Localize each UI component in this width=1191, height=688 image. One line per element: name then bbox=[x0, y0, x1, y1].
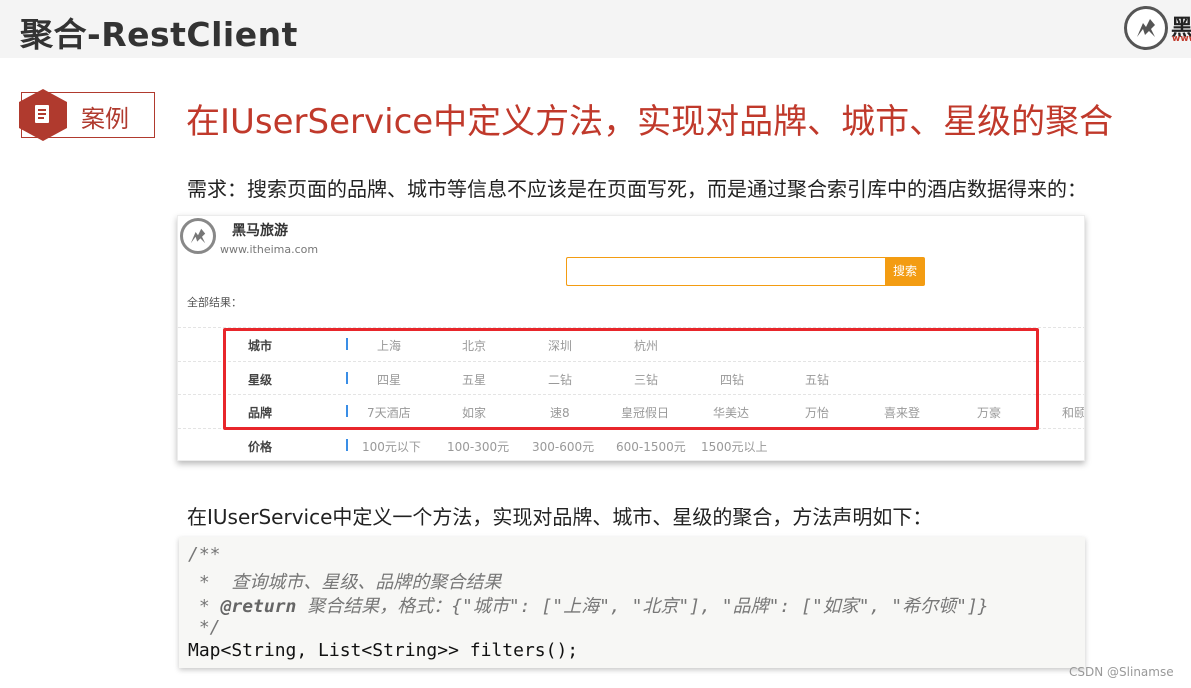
page-header: 聚合-RestClient 黑马 www. bbox=[0, 0, 1191, 58]
search-input[interactable] bbox=[566, 257, 886, 286]
highlight-box bbox=[223, 328, 1039, 430]
filter-option[interactable]: 600-1500元 bbox=[616, 438, 686, 455]
site-url: www.itheima.com bbox=[220, 243, 319, 256]
filter-option[interactable]: 300-600元 bbox=[532, 438, 594, 455]
code-tag: @return bbox=[220, 596, 297, 617]
hotel-search-screenshot: 黑马旅游 www.itheima.com 搜索 全部结果： 城市 上海 北京 深… bbox=[177, 215, 1085, 461]
code-fragment: 聚合结果，格式：{"城市": ["上海", "北京"], "品牌": ["如家"… bbox=[296, 596, 989, 617]
all-results-label: 全部结果： bbox=[187, 296, 242, 309]
code-line: * @return 聚合结果，格式：{"城市": ["上海", "北京"], "… bbox=[188, 592, 989, 618]
code-line: Map<String, List<String>> filters(); bbox=[188, 640, 579, 661]
code-block: /** * 查询城市、星级、品牌的聚合结果 * @return 聚合结果，格式：… bbox=[179, 537, 1085, 668]
filter-option[interactable]: 100-300元 bbox=[447, 438, 509, 455]
page-title: 聚合-RestClient bbox=[20, 15, 298, 54]
filter-label: 价格 bbox=[248, 440, 273, 454]
document-icon bbox=[19, 89, 67, 141]
filter-row-price: 价格 100元以下 100-300元 300-600元 600-1500元 15… bbox=[178, 428, 1084, 460]
filter-separator bbox=[346, 439, 348, 451]
search-button[interactable]: 搜索 bbox=[885, 257, 925, 286]
section-heading: 在IUserService中定义方法，实现对品牌、城市、星级的聚合 bbox=[186, 102, 1114, 142]
site-logo-icon bbox=[180, 218, 216, 254]
case-label: 案例 bbox=[81, 105, 129, 133]
code-line: /** bbox=[188, 544, 221, 565]
filter-option[interactable]: 和颐 bbox=[1062, 404, 1084, 421]
watermark: CSDN @Slinamse bbox=[1069, 665, 1174, 679]
filter-option[interactable]: 100元以下 bbox=[362, 438, 421, 455]
brand-logo-icon bbox=[1124, 6, 1168, 50]
brand-url: www. bbox=[1172, 34, 1191, 44]
method-text: 在IUserService中定义一个方法，实现对品牌、城市、星级的聚合，方法声明… bbox=[187, 505, 933, 529]
filter-option[interactable]: 1500元以上 bbox=[701, 438, 768, 455]
site-name: 黑马旅游 bbox=[232, 223, 288, 239]
code-line: * 查询城市、星级、品牌的聚合结果 bbox=[188, 572, 502, 593]
code-line: */ bbox=[188, 617, 221, 638]
requirement-text: 需求：搜索页面的品牌、城市等信息不应该是在页面写死，而是通过聚合索引库中的酒店数… bbox=[187, 177, 1087, 201]
code-fragment: * bbox=[188, 596, 221, 617]
case-badge: 案例 bbox=[19, 89, 155, 141]
